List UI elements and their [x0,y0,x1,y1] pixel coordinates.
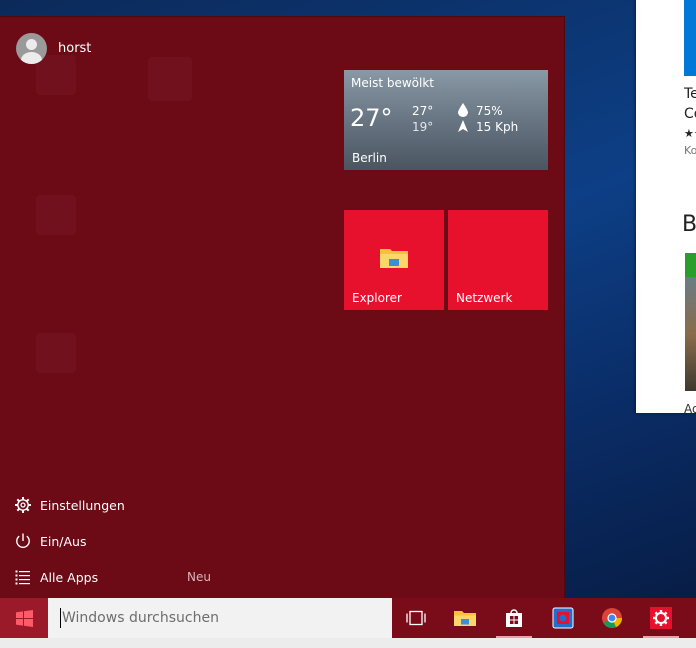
folder-icon [454,611,476,626]
network-tile[interactable]: Netzwerk [448,210,548,310]
taskbar-chrome-button[interactable] [588,598,636,638]
weather-wind: 15 Kph [476,120,519,134]
humidity-drop-icon [458,103,468,117]
taskbar-settings-button[interactable] [637,598,685,638]
store-app-price: Ko [684,144,696,157]
store-app-tile[interactable] [684,0,696,76]
ghost-shape [36,333,76,373]
store-photo-tile[interactable] [685,277,696,391]
store-bag-icon [506,609,522,627]
user-name: horst [58,41,92,56]
list-icon [15,570,30,585]
settings-label: Einstellungen [40,497,125,513]
search-input[interactable] [60,609,384,627]
settings-gear-icon [15,497,31,513]
ghost-shape [148,57,192,101]
bottom-strip [0,638,696,648]
store-green-banner[interactable] [685,253,696,277]
weather-condition: Meist bewölkt [351,76,434,90]
user-account[interactable]: horst [16,33,91,64]
weather-low: 19° [412,120,434,134]
text-caret [60,608,61,628]
weather-temperature: 27° [350,104,393,132]
taskbar-explorer-button[interactable] [441,598,489,638]
explorer-tile[interactable]: Explorer [344,210,444,310]
power-menu-item[interactable]: Ein/Aus [14,532,87,550]
all-apps-label: Alle Apps [40,569,99,585]
blue-app-icon [552,607,574,629]
folder-icon [380,249,408,268]
store-app-title-line1: Te [684,86,696,102]
task-view-button[interactable] [392,598,440,638]
user-avatar-icon [16,33,47,64]
power-icon [16,533,30,548]
network-tile-label: Netzwerk [456,291,513,305]
task-view-icon [406,610,426,626]
wind-arrow-icon [458,120,468,132]
ghost-shape [36,195,76,235]
store-app-rating: ★★ [684,127,696,140]
weather-tile[interactable]: Meist bewölkt 27° 27° 19° 75% 15 Kph Ber… [344,70,548,170]
explorer-tile-label: Explorer [352,291,402,305]
search-box[interactable] [48,598,392,638]
start-button[interactable] [0,598,48,638]
settings-menu-item[interactable]: Einstellungen [14,496,125,514]
taskbar [0,598,696,638]
taskbar-app-button[interactable] [539,598,587,638]
weather-city: Berlin [352,151,387,165]
store-section-heading: B [682,212,696,237]
start-menu: horst Meist bewölkt 27° 27° 19° 75% 15 K… [0,16,565,599]
new-badge: Neu [187,570,211,584]
power-label: Ein/Aus [40,533,87,549]
gear-icon [650,607,672,629]
chrome-icon [602,608,623,629]
all-apps-menu-item[interactable]: Alle Apps [14,568,98,586]
store-window-fragment[interactable]: Te Co ★★ Ko B Ad [636,0,696,413]
weather-humidity: 75% [476,104,503,118]
windows-logo-icon [15,609,33,627]
store-app-title-line2: Co [684,106,696,122]
taskbar-store-button[interactable] [490,598,538,638]
store-photo-caption: Ad [684,402,696,413]
weather-high: 27° [412,104,434,118]
